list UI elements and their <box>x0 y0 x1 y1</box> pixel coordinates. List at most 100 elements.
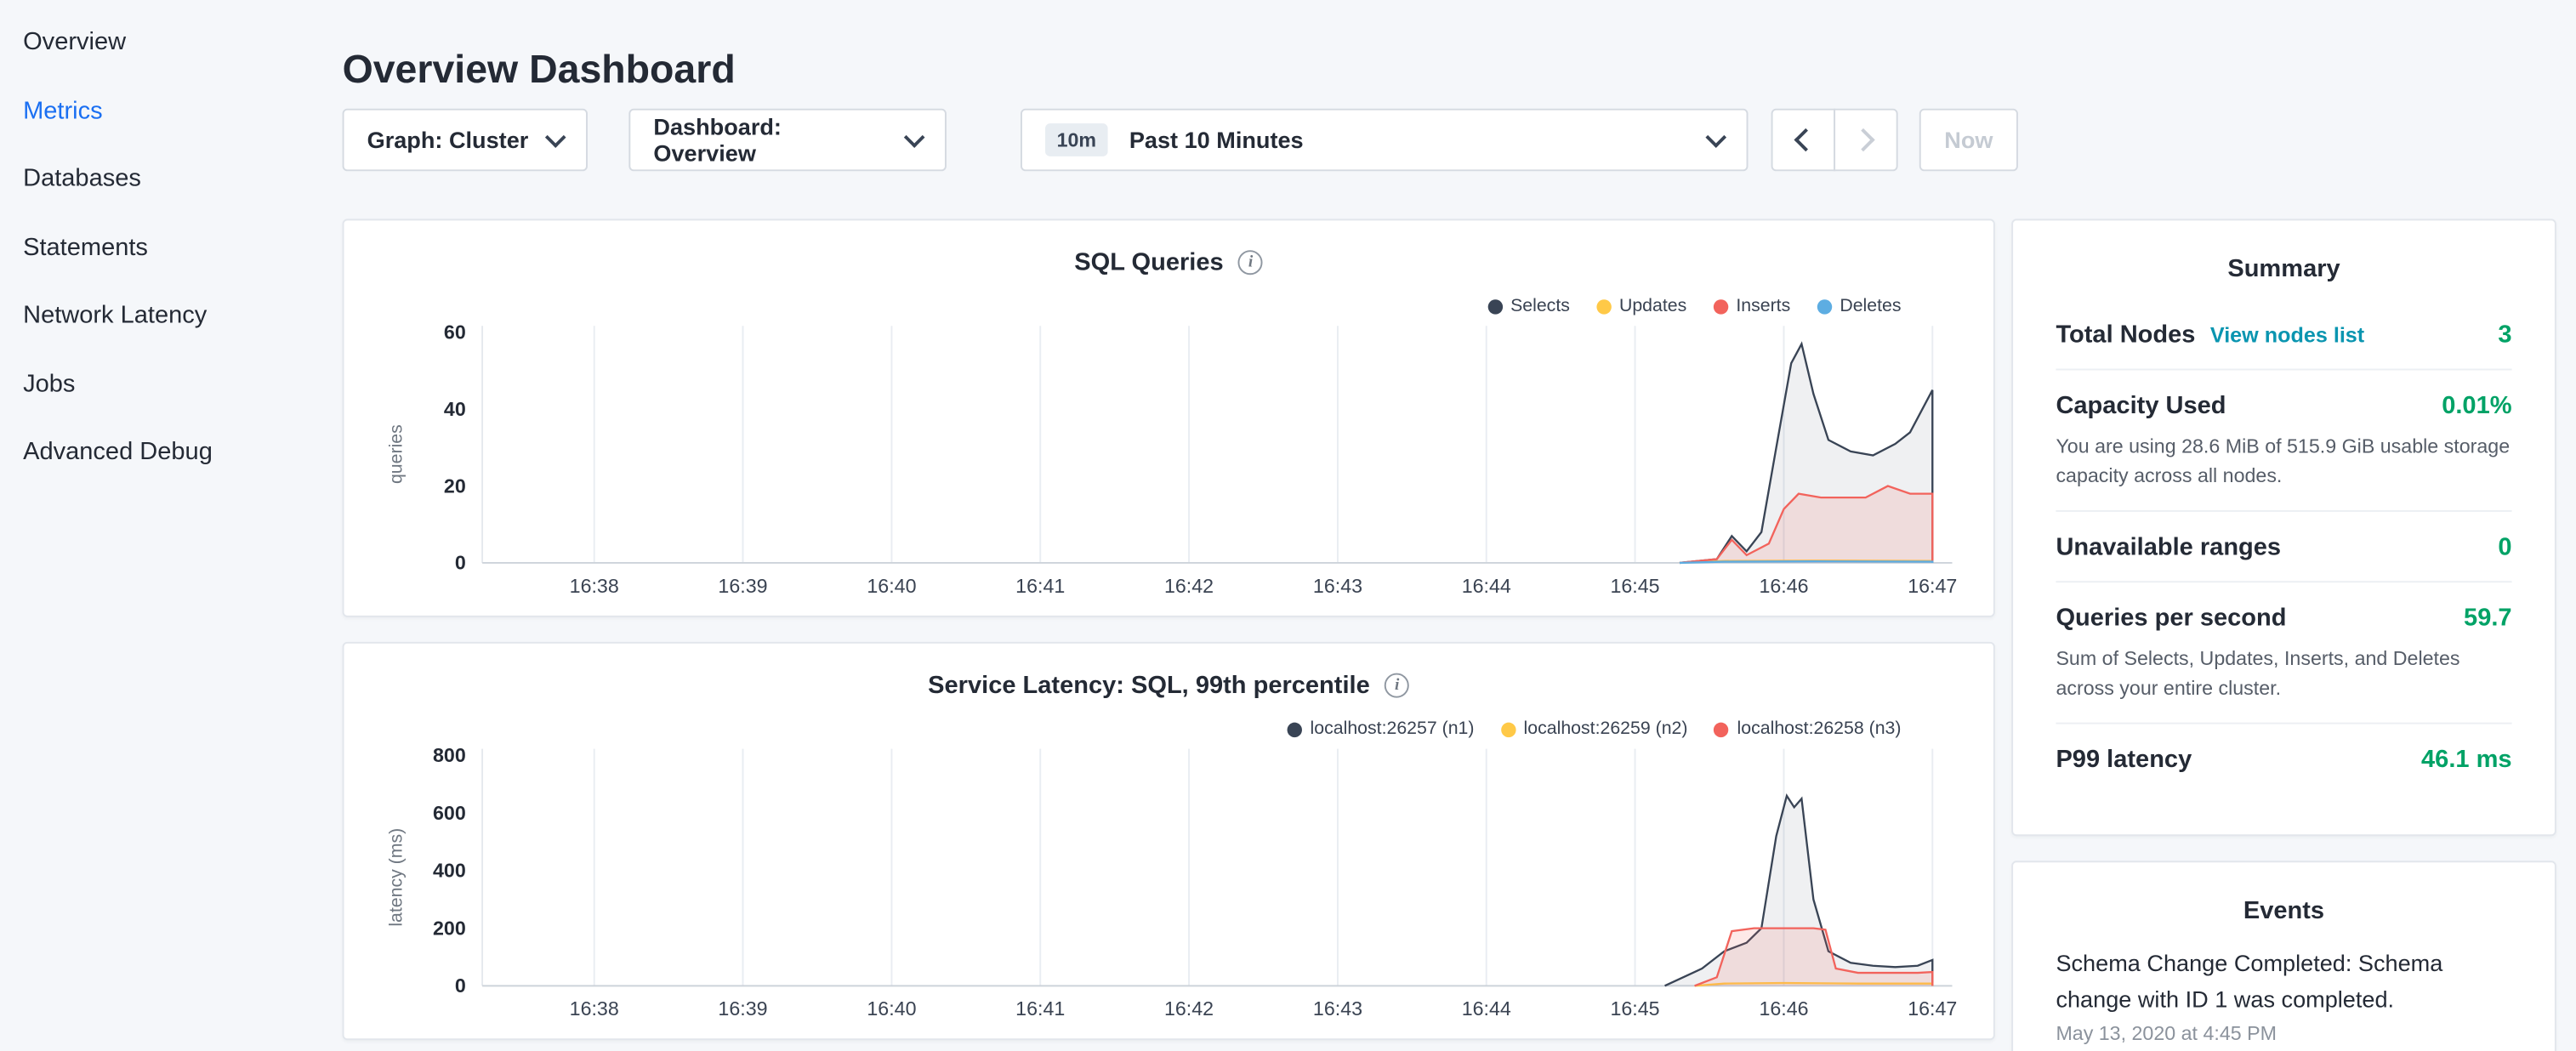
svg-text:16:42: 16:42 <box>1164 575 1214 597</box>
svg-text:20: 20 <box>444 474 466 497</box>
qps-label: Queries per second <box>2056 604 2286 632</box>
legend-item-n2[interactable]: localhost:26259 (n2) <box>1500 719 1687 739</box>
legend-dot-icon <box>1817 298 1831 313</box>
svg-text:16:47: 16:47 <box>1908 997 1957 1020</box>
svg-text:16:44: 16:44 <box>1462 997 1511 1020</box>
unavailable-ranges-value: 0 <box>2498 533 2511 561</box>
chart-title: SQL Queries <box>1074 248 1223 276</box>
legend-item-n3[interactable]: localhost:26258 (n3) <box>1714 719 1901 739</box>
legend-item-inserts[interactable]: Inserts <box>1713 296 1790 315</box>
summary-row-capacity-used: Capacity Used 0.01% You are using 28.6 M… <box>2056 370 2511 511</box>
chart-legend: localhost:26257 (n1) localhost:26259 (n2… <box>1287 719 1901 739</box>
legend-label: Deletes <box>1840 296 1901 315</box>
graph-dropdown-button[interactable]: Graph: Cluster <box>343 109 588 172</box>
info-icon[interactable] <box>1385 673 1409 698</box>
legend-dot-icon <box>1714 722 1728 736</box>
svg-text:0: 0 <box>455 974 466 997</box>
svg-text:16:43: 16:43 <box>1313 575 1362 597</box>
sidebar-item-databases[interactable]: Databases <box>0 145 322 213</box>
chevron-down-icon <box>1705 126 1726 147</box>
svg-text:16:46: 16:46 <box>1759 997 1808 1020</box>
svg-text:600: 600 <box>433 802 466 824</box>
legend-label: Selects <box>1510 296 1570 315</box>
svg-text:16:46: 16:46 <box>1759 575 1808 597</box>
summary-panel: Summary Total Nodes View nodes list 3 Ca… <box>2011 219 2556 836</box>
controls-bar: Graph: Cluster Dashboard: Overview 10m P… <box>343 109 2039 172</box>
legend-item-updates[interactable]: Updates <box>1596 296 1686 315</box>
view-nodes-list-link[interactable]: View nodes list <box>2210 322 2364 347</box>
svg-text:16:44: 16:44 <box>1462 575 1511 597</box>
graph-dropdown-label: Graph: Cluster <box>367 127 529 153</box>
svg-text:16:45: 16:45 <box>1610 575 1659 597</box>
svg-text:400: 400 <box>433 860 466 882</box>
legend-item-n1[interactable]: localhost:26257 (n1) <box>1287 719 1474 739</box>
time-back-button[interactable] <box>1771 109 1835 172</box>
capacity-used-label: Capacity Used <box>2056 392 2226 420</box>
legend-label: localhost:26259 (n2) <box>1524 719 1688 739</box>
summary-row-total-nodes: Total Nodes View nodes list 3 <box>2056 299 2511 370</box>
event-item[interactable]: Schema Change Completed: Schema change w… <box>2056 946 2511 1046</box>
legend-dot-icon <box>1287 722 1301 736</box>
p99-latency-label: P99 latency <box>2056 746 2192 774</box>
svg-text:16:47: 16:47 <box>1908 575 1957 597</box>
info-icon[interactable] <box>1238 250 1263 275</box>
legend-dot-icon <box>1487 298 1502 313</box>
svg-text:16:38: 16:38 <box>570 575 619 597</box>
legend-dot-icon <box>1500 722 1515 736</box>
summary-rows: Total Nodes View nodes list 3 Capacity U… <box>2056 299 2511 793</box>
chevron-left-icon <box>1794 128 1817 151</box>
sidebar-item-overview[interactable]: Overview <box>0 9 322 77</box>
svg-text:16:40: 16:40 <box>867 997 916 1020</box>
legend-dot-icon <box>1713 298 1727 313</box>
chart-title: Service Latency: SQL, 99th percentile <box>928 672 1370 700</box>
svg-text:800: 800 <box>433 744 466 766</box>
summary-row-queries-per-second: Queries per second 59.7 Sum of Selects, … <box>2056 582 2511 724</box>
sidebar-nav: Overview Metrics Databases Statements Ne… <box>0 9 322 486</box>
legend-label: localhost:26258 (n3) <box>1737 719 1902 739</box>
summary-row-unavailable-ranges: Unavailable ranges 0 <box>2056 512 2511 582</box>
svg-text:16:39: 16:39 <box>718 997 767 1020</box>
events-panel: Events Schema Change Completed: Schema c… <box>2011 861 2556 1051</box>
legend-label: localhost:26257 (n1) <box>1311 719 1475 739</box>
p99-latency-value: 46.1 ms <box>2421 746 2512 774</box>
time-range-badge: 10m <box>1045 123 1108 156</box>
dashboard-dropdown-button[interactable]: Dashboard: Overview <box>628 109 947 172</box>
sidebar-item-jobs[interactable]: Jobs <box>0 349 322 418</box>
app-root: Overview Metrics Databases Statements Ne… <box>0 0 2576 1051</box>
capacity-used-description: You are using 28.6 MiB of 515.9 GiB usab… <box>2056 431 2511 491</box>
unavailable-ranges-label: Unavailable ranges <box>2056 533 2281 561</box>
legend-item-deletes[interactable]: Deletes <box>1817 296 1901 315</box>
summary-row-p99-latency: P99 latency 46.1 ms <box>2056 724 2511 793</box>
summary-title: Summary <box>2056 255 2511 283</box>
sidebar-item-network-latency[interactable]: Network Latency <box>0 281 322 349</box>
svg-text:16:42: 16:42 <box>1164 997 1214 1020</box>
legend-label: Updates <box>1619 296 1686 315</box>
sidebar-item-metrics[interactable]: Metrics <box>0 77 322 145</box>
svg-text:16:41: 16:41 <box>1015 575 1065 597</box>
svg-text:16:43: 16:43 <box>1313 997 1362 1020</box>
legend-item-selects[interactable]: Selects <box>1487 296 1570 315</box>
total-nodes-label: Total Nodes <box>2056 321 2195 349</box>
svg-text:16:39: 16:39 <box>718 575 767 597</box>
svg-text:40: 40 <box>444 398 466 420</box>
svg-text:16:41: 16:41 <box>1015 997 1065 1020</box>
time-range-label: Past 10 Minutes <box>1129 127 1304 153</box>
chevron-down-icon <box>904 126 925 147</box>
events-title: Events <box>2056 897 2511 925</box>
total-nodes-value: 3 <box>2498 321 2511 349</box>
sql-queries-chart: 16:3816:3916:4016:4116:4216:4316:4416:45… <box>344 316 1997 610</box>
time-forward-button[interactable] <box>1834 109 1897 172</box>
dashboard-dropdown-label: Dashboard: Overview <box>653 114 887 167</box>
sidebar-item-statements[interactable]: Statements <box>0 213 322 281</box>
qps-description: Sum of Selects, Updates, Inserts, and De… <box>2056 644 2511 703</box>
now-button[interactable]: Now <box>1919 109 2018 172</box>
time-range-picker[interactable]: 10m Past 10 Minutes <box>1021 109 1748 172</box>
svg-text:60: 60 <box>444 321 466 344</box>
service-latency-panel: Service Latency: SQL, 99th percentile lo… <box>343 642 1995 1040</box>
time-pager <box>1771 109 1898 172</box>
dashboard-canvas: Overview Metrics Databases Statements Ne… <box>0 0 2576 1051</box>
legend-dot-icon <box>1596 298 1611 313</box>
capacity-used-value: 0.01% <box>2442 392 2511 420</box>
chart-legend: Selects Updates Inserts Deletes <box>1487 296 1902 315</box>
sidebar-item-advanced-debug[interactable]: Advanced Debug <box>0 418 322 486</box>
